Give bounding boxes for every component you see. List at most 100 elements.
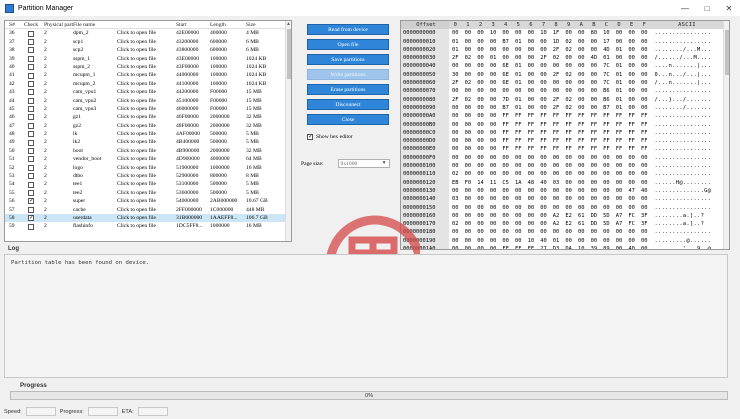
hex-byte[interactable]: 00: [625, 154, 638, 162]
hex-byte[interactable]: 40: [537, 179, 550, 187]
hex-byte[interactable]: 00: [575, 228, 588, 236]
row-open-file-link[interactable]: Click to open file: [115, 138, 174, 146]
hex-byte[interactable]: 00: [512, 87, 525, 95]
hex-byte[interactable]: 00: [474, 212, 487, 220]
hex-byte[interactable]: 00: [575, 87, 588, 95]
hex-byte[interactable]: FF: [575, 112, 588, 120]
hex-byte[interactable]: 00: [449, 204, 462, 212]
open-file-button[interactable]: Open file: [307, 39, 389, 50]
row-checkbox[interactable]: [28, 173, 34, 180]
table-row[interactable]: 48 2 lk Click to open file 4AF00000 500000 5 M…: [5, 130, 291, 138]
row-check-cell[interactable]: [21, 130, 41, 138]
row-checkbox[interactable]: [28, 139, 34, 146]
hex-byte[interactable]: 00: [525, 154, 538, 162]
hex-byte[interactable]: 00: [462, 170, 475, 178]
hex-byte[interactable]: 48: [525, 179, 538, 187]
hex-byte[interactable]: 00: [487, 87, 500, 95]
hex-byte[interactable]: 00: [474, 29, 487, 37]
hex-byte[interactable]: 00: [600, 179, 613, 187]
hex-byte[interactable]: 00: [550, 170, 563, 178]
row-check-cell[interactable]: [21, 71, 41, 79]
row-open-file-link[interactable]: Click to open file: [115, 172, 174, 180]
hex-byte[interactable]: DA: [562, 245, 575, 249]
show-hex-editor-checkbox[interactable]: ✓ Show hex editor: [307, 134, 353, 140]
table-row[interactable]: 54 2 tee1 Click to open file 53100000 500000 5…: [5, 180, 291, 188]
hex-byte[interactable]: 00: [575, 71, 588, 79]
table-row[interactable]: 50 2 boot Click to open file 4B900000 2000000…: [5, 147, 291, 155]
hex-byte[interactable]: 00: [487, 112, 500, 120]
hex-byte[interactable]: 00: [588, 87, 601, 95]
hex-byte[interactable]: 00: [537, 154, 550, 162]
hex-byte[interactable]: FF: [625, 129, 638, 137]
hex-byte[interactable]: 02: [449, 220, 462, 228]
hex-byte[interactable]: 00: [512, 54, 525, 62]
row-open-file-link[interactable]: Click to open file: [115, 189, 174, 197]
hex-byte[interactable]: 01: [512, 96, 525, 104]
hex-byte[interactable]: 01: [613, 87, 626, 95]
hex-byte[interactable]: FF: [588, 112, 601, 120]
row-open-file-link[interactable]: Click to open file: [115, 206, 174, 214]
hex-byte[interactable]: 61: [575, 220, 588, 228]
hex-byte[interactable]: 00: [625, 38, 638, 46]
hex-byte[interactable]: 02: [562, 104, 575, 112]
hex-byte[interactable]: 14: [474, 179, 487, 187]
hex-byte[interactable]: 00: [474, 46, 487, 54]
hex-byte[interactable]: 00: [625, 179, 638, 187]
hex-byte[interactable]: 00: [613, 38, 626, 46]
row-open-file-link[interactable]: Click to open file: [115, 55, 174, 63]
hex-byte[interactable]: 2F: [550, 104, 563, 112]
row-check-cell[interactable]: ✓: [21, 214, 41, 222]
hex-byte[interactable]: 00: [562, 87, 575, 95]
row-open-file-link[interactable]: Click to open file: [115, 122, 174, 130]
hex-byte[interactable]: 00: [474, 195, 487, 203]
row-checkbox[interactable]: [28, 38, 34, 45]
maximize-icon[interactable]: □: [696, 0, 718, 16]
hex-byte[interactable]: FF: [562, 145, 575, 153]
hex-byte[interactable]: 00: [462, 137, 475, 145]
hex-byte[interactable]: 01: [512, 38, 525, 46]
hex-byte[interactable]: 00: [537, 71, 550, 79]
hex-byte[interactable]: 7C: [600, 71, 613, 79]
hex-byte[interactable]: 2F: [449, 96, 462, 104]
hex-byte[interactable]: 00: [487, 245, 500, 249]
hex-byte[interactable]: 00: [462, 237, 475, 245]
row-checkbox[interactable]: ✓: [28, 198, 34, 205]
hex-byte[interactable]: 00: [525, 220, 538, 228]
hex-byte[interactable]: 00: [588, 104, 601, 112]
hex-byte[interactable]: 00: [525, 170, 538, 178]
hex-byte[interactable]: 00: [625, 104, 638, 112]
partition-table-scrollbar[interactable]: ▲: [285, 21, 291, 241]
hex-byte[interactable]: 01: [613, 96, 626, 104]
hex-byte[interactable]: 1D: [550, 38, 563, 46]
hex-byte[interactable]: FF: [613, 121, 626, 129]
row-checkbox[interactable]: [28, 131, 34, 138]
hex-byte[interactable]: 00: [625, 195, 638, 203]
hex-byte[interactable]: 00: [487, 187, 500, 195]
hex-byte[interactable]: FF: [537, 145, 550, 153]
hex-row[interactable]: 00000000F0 00 00 00 00 00 00 00 00 00 00 00 00 00 00 00…: [401, 153, 729, 163]
hex-row[interactable]: 0000000110 02 00 00 00 00 00 00 00 00 00 00 00 00 00 00…: [401, 170, 729, 179]
row-open-file-link[interactable]: Click to open file: [115, 222, 174, 230]
hex-byte[interactable]: 00: [537, 79, 550, 87]
hex-byte[interactable]: 00: [537, 170, 550, 178]
hex-byte[interactable]: 00: [588, 187, 601, 195]
hex-byte[interactable]: 00: [600, 195, 613, 203]
scroll-thumb[interactable]: [287, 29, 291, 79]
hex-byte[interactable]: 00: [625, 237, 638, 245]
table-row[interactable]: 36 2 dpm_2 Click to open file 42E00000 400000…: [5, 29, 291, 37]
hex-row[interactable]: 0000000000 00 00 00 10 00 00 00 10 1F 00 00 80 10 00 00…: [401, 29, 729, 38]
row-check-cell[interactable]: [21, 189, 41, 197]
table-row[interactable]: 55 2 tee2 Click to open file 53600000 500000 5…: [5, 189, 291, 197]
hex-row[interactable]: 0000000120 EB F0 14 11 C5 1A 48 40 03 00 00 00 00 00 00…: [401, 178, 729, 187]
hex-byte[interactable]: 00: [537, 96, 550, 104]
hex-byte[interactable]: 00: [487, 237, 500, 245]
hex-byte[interactable]: FF: [575, 121, 588, 129]
hex-byte[interactable]: 00: [537, 62, 550, 70]
hex-byte[interactable]: 00: [638, 38, 651, 46]
hex-byte[interactable]: FF: [588, 121, 601, 129]
hex-byte[interactable]: 00: [550, 79, 563, 87]
hex-byte[interactable]: 3F: [638, 220, 651, 228]
hex-byte[interactable]: 00: [487, 228, 500, 236]
disconnect-button[interactable]: Disconnect: [307, 99, 389, 110]
row-open-file-link[interactable]: Click to open file: [115, 38, 174, 46]
